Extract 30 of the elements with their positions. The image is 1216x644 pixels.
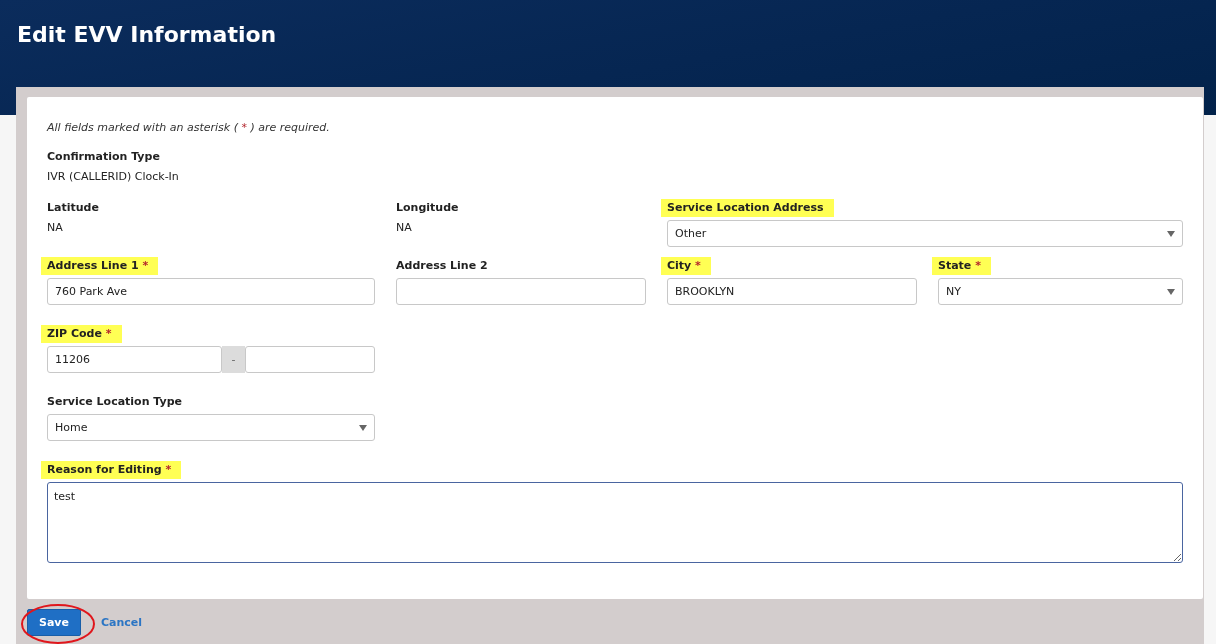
field-label: ZIP Code * xyxy=(41,325,122,343)
page-title: Edit EVV Information xyxy=(17,22,277,47)
field-label: Reason for Editing * xyxy=(41,461,182,479)
field-label: City * xyxy=(661,257,711,275)
field-label: Service Location Type xyxy=(47,394,183,410)
select-field[interactable]: Home xyxy=(47,414,375,441)
zip-separator: - xyxy=(222,346,245,373)
field-label: State * xyxy=(932,257,991,275)
field-label: Confirmation Type xyxy=(47,149,160,165)
zip-extension-field[interactable] xyxy=(245,346,375,373)
caret-icon xyxy=(1167,230,1175,237)
caret-icon xyxy=(359,424,367,431)
text-field[interactable]: 760 Park Ave xyxy=(47,278,375,305)
reason-field[interactable]: test xyxy=(47,482,1183,563)
select-field[interactable]: NY xyxy=(938,278,1183,305)
caret-icon xyxy=(1167,288,1175,295)
field-label: Longitude xyxy=(396,200,459,216)
field-value: NA xyxy=(47,220,63,236)
field-label: Latitude xyxy=(47,200,99,216)
select-field[interactable]: Other xyxy=(667,220,1183,247)
zip-field[interactable]: 11206 xyxy=(47,346,223,373)
text-field[interactable] xyxy=(396,278,646,305)
required-notice: All fields marked with an asterisk ( * ) are required. xyxy=(47,121,330,134)
field-label: Address Line 2 xyxy=(396,258,488,274)
field-label: Service Location Address xyxy=(661,199,834,217)
field-value: NA xyxy=(396,220,412,236)
text-field[interactable]: BROOKLYN xyxy=(667,278,917,305)
field-value: IVR (CALLERID) Clock-In xyxy=(47,169,179,185)
save-button[interactable]: Save xyxy=(27,609,81,636)
field-label: Address Line 1 * xyxy=(41,257,159,275)
